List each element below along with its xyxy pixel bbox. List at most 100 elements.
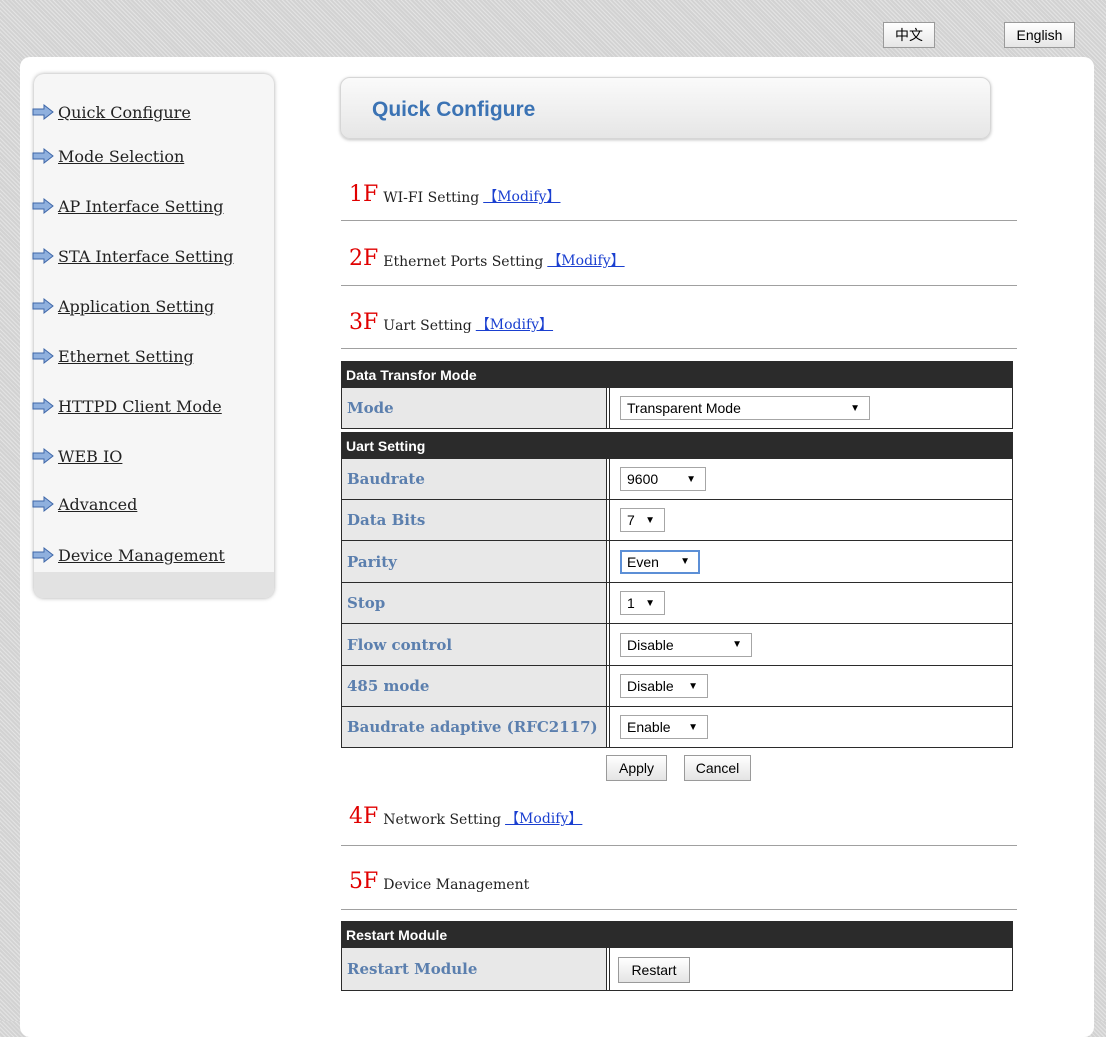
data-transfer-mode-header: Data Transfor Mode xyxy=(341,361,1013,388)
baudrate-select[interactable]: 9600 ▼ xyxy=(620,467,706,491)
section-label: Uart Setting xyxy=(383,318,472,334)
sidebar-item-httpd-client-mode[interactable]: HTTPD Client Mode xyxy=(32,395,222,417)
arrow-right-icon xyxy=(32,547,54,563)
table-row: Data Bits 7 ▼ xyxy=(341,500,1013,541)
arrow-right-icon xyxy=(32,248,54,264)
modify-uart-link[interactable]: 【Modify】 xyxy=(476,314,553,334)
data-bits-select[interactable]: 7 ▼ xyxy=(620,508,665,532)
sidebar-item-label: Device Management xyxy=(58,545,225,565)
floor-number: 2F xyxy=(349,246,379,271)
mode-485-select[interactable]: Disable ▼ xyxy=(620,674,708,698)
table-row: Baudrate 9600 ▼ xyxy=(341,459,1013,500)
flow-control-select[interactable]: Disable ▼ xyxy=(620,632,752,657)
stop-value: 1 xyxy=(627,595,635,611)
arrow-right-icon xyxy=(32,198,54,214)
sidebar-item-application-setting[interactable]: Application Setting xyxy=(32,295,214,317)
parity-label: Parity xyxy=(342,541,607,582)
table-row: Parity Even ▼ xyxy=(341,541,1013,583)
triangle-down-icon: ▼ xyxy=(850,402,860,414)
arrow-right-icon xyxy=(32,298,54,314)
baudrate-label: Baudrate xyxy=(342,459,607,499)
modify-ethernet-link[interactable]: 【Modify】 xyxy=(547,250,624,270)
sidebar-item-advanced[interactable]: Advanced xyxy=(32,493,137,515)
baudrate-value: 9600 xyxy=(627,471,659,487)
parity-select[interactable]: Even ▼ xyxy=(620,549,700,574)
triangle-down-icon: ▼ xyxy=(686,473,696,485)
sidebar-item-label: STA Interface Setting xyxy=(58,246,234,266)
baudrate-adaptive-label: Baudrate adaptive (RFC2117) xyxy=(342,707,607,747)
section-uart-setting: 3F Uart Setting 【Modify】 xyxy=(349,304,553,335)
sidebar-item-web-io[interactable]: WEB IO xyxy=(32,445,122,467)
stop-label: Stop xyxy=(342,583,607,623)
sidebar-item-mode-selection[interactable]: Mode Selection xyxy=(32,145,184,167)
sidebar-item-device-management[interactable]: Device Management xyxy=(32,544,225,566)
triangle-down-icon: ▼ xyxy=(645,597,655,609)
table-row: 485 mode Disable ▼ xyxy=(341,666,1013,707)
stop-select[interactable]: 1 ▼ xyxy=(620,591,665,615)
divider xyxy=(341,285,1017,286)
page-title: Quick Configure xyxy=(372,98,536,121)
table-row: Mode Transparent Mode ▼ xyxy=(341,388,1013,429)
section-label: Device Management xyxy=(383,877,530,893)
arrow-right-icon xyxy=(32,398,54,414)
section-wifi-setting: 1F WI-FI Setting 【Modify】 xyxy=(349,176,561,207)
mode-value: Transparent Mode xyxy=(627,400,741,416)
floor-number: 5F xyxy=(349,869,379,894)
divider xyxy=(341,909,1017,910)
mode-485-label: 485 mode xyxy=(342,666,607,706)
section-label: WI-FI Setting xyxy=(383,190,480,206)
sidebar-footer xyxy=(34,572,274,598)
section-ethernet-ports: 2F Ethernet Ports Setting 【Modify】 xyxy=(349,240,625,271)
language-chinese-button[interactable]: 中文 xyxy=(883,22,935,48)
apply-button[interactable]: Apply xyxy=(606,755,667,781)
data-bits-label: Data Bits xyxy=(342,500,607,540)
arrow-right-icon xyxy=(32,448,54,464)
language-english-button[interactable]: English xyxy=(1004,22,1075,48)
mode-select[interactable]: Transparent Mode ▼ xyxy=(620,396,870,420)
triangle-down-icon: ▼ xyxy=(688,680,698,692)
section-device-management: 5F Device Management xyxy=(349,863,530,894)
section-network-setting: 4F Network Setting 【Modify】 xyxy=(349,798,582,829)
table-row: Baudrate adaptive (RFC2117) Enable ▼ xyxy=(341,707,1013,748)
triangle-down-icon: ▼ xyxy=(680,556,690,567)
modify-network-link[interactable]: 【Modify】 xyxy=(505,808,582,828)
sidebar-item-ap-interface-setting[interactable]: AP Interface Setting xyxy=(32,195,224,217)
page-title-box: Quick Configure xyxy=(340,77,991,139)
sidebar-item-quick-configure[interactable]: Quick Configure xyxy=(32,101,191,123)
arrow-right-icon xyxy=(32,104,54,120)
data-bits-value: 7 xyxy=(627,512,635,528)
uart-setting-header: Uart Setting xyxy=(341,432,1013,459)
sidebar-item-label: Mode Selection xyxy=(58,146,185,166)
mode-label: Mode xyxy=(342,388,607,428)
arrow-right-icon xyxy=(32,348,54,364)
sidebar-item-ethernet-setting[interactable]: Ethernet Setting xyxy=(32,345,194,367)
modify-wifi-link[interactable]: 【Modify】 xyxy=(483,186,560,206)
sidebar-item-label: AP Interface Setting xyxy=(58,196,224,216)
floor-number: 3F xyxy=(349,310,379,335)
section-label: Ethernet Ports Setting xyxy=(383,254,544,270)
flow-control-value: Disable xyxy=(627,636,674,653)
cancel-button[interactable]: Cancel xyxy=(684,755,751,781)
sidebar-item-label: HTTPD Client Mode xyxy=(58,396,222,416)
section-label: Network Setting xyxy=(383,812,502,828)
sidebar-item-label: Ethernet Setting xyxy=(58,346,194,366)
triangle-down-icon: ▼ xyxy=(688,721,698,733)
flow-control-label: Flow control xyxy=(342,624,607,665)
parity-value: Even xyxy=(627,553,659,570)
restart-module-label: Restart Module xyxy=(342,948,607,990)
divider xyxy=(341,845,1017,846)
floor-number: 4F xyxy=(349,804,379,829)
baudrate-adaptive-value: Enable xyxy=(627,719,671,735)
arrow-right-icon xyxy=(32,148,54,164)
triangle-down-icon: ▼ xyxy=(645,514,655,526)
arrow-right-icon xyxy=(32,496,54,512)
table-row: Stop 1 ▼ xyxy=(341,583,1013,624)
divider xyxy=(341,220,1017,221)
sidebar-item-label: Application Setting xyxy=(58,296,215,316)
sidebar-item-sta-interface-setting[interactable]: STA Interface Setting xyxy=(32,245,234,267)
baudrate-adaptive-select[interactable]: Enable ▼ xyxy=(620,715,708,739)
restart-button[interactable]: Restart xyxy=(618,957,690,983)
table-row: Flow control Disable ▼ xyxy=(341,624,1013,666)
sidebar-item-label: Advanced xyxy=(58,494,138,514)
mode-485-value: Disable xyxy=(627,678,674,694)
